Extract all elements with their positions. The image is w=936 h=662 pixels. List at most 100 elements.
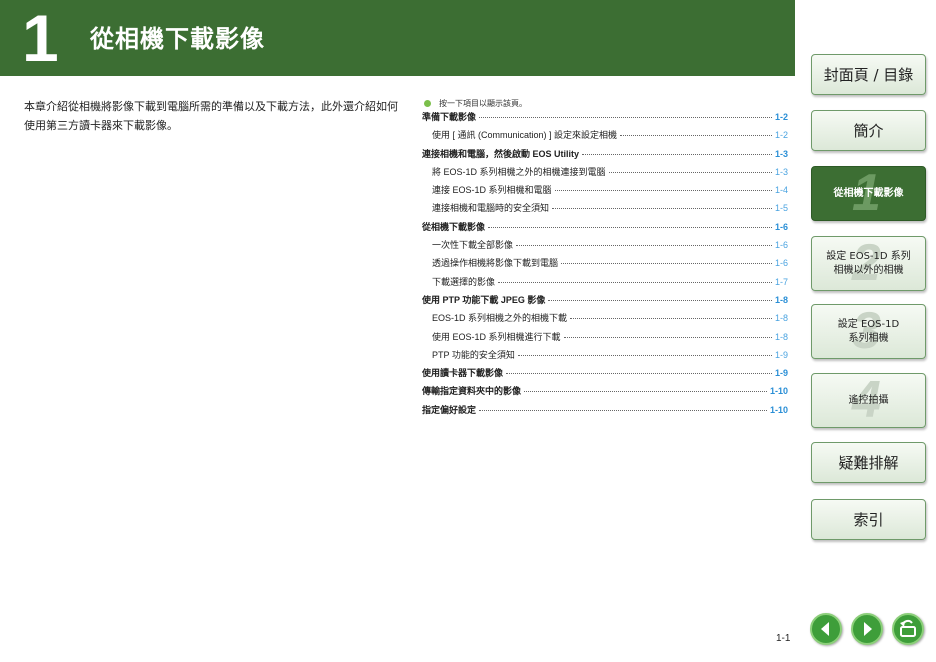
toc-entry[interactable]: 使用讀卡器下載影像 1-9 xyxy=(422,366,788,384)
toc-entry-label: 將 EOS-1D 系列相機之外的相機連接到電腦 xyxy=(432,166,606,177)
cover-contents-label: 封面頁 / 目錄 xyxy=(823,66,914,84)
toc-entry[interactable]: 將 EOS-1D 系列相機之外的相機連接到電腦 1-3 xyxy=(422,165,788,183)
toc-entry-label: 透過操作相機將影像下載到電腦 xyxy=(432,258,559,269)
chapter-number: 1 xyxy=(22,1,59,75)
toc-leader-dots xyxy=(552,208,772,210)
toc-entry[interactable]: PTP 功能的安全須知 1-9 xyxy=(422,348,788,366)
toc-leader-dots xyxy=(524,391,767,393)
toc-entry-label: 連接 EOS-1D 系列相機和電腦 xyxy=(432,185,552,196)
toc-entry-label: 傳輸指定資料夾中的影像 xyxy=(422,386,522,397)
toc-entry[interactable]: 下載選擇的影像 1-7 xyxy=(422,275,788,293)
toc-entry-label: 指定偏好設定 xyxy=(422,404,477,415)
toc-hint-text: 按一下項目以顯示該頁。 xyxy=(439,99,527,108)
toc-entry-page: 1-10 xyxy=(769,404,788,415)
toc-entry-page: 1-6 xyxy=(774,240,788,251)
next-page-button[interactable] xyxy=(851,613,883,645)
previous-page-button[interactable] xyxy=(810,613,842,645)
toc-hint: 按一下項目以顯示該頁。 xyxy=(424,97,788,110)
toc-entry-page: 1-9 xyxy=(774,349,788,360)
toc-entry-page: 1-9 xyxy=(774,368,788,379)
toc-entry-page: 1-8 xyxy=(774,331,788,342)
section-3-label-line1: 設定 EOS-1D xyxy=(837,318,900,330)
chapter-banner: 1 從相機下載影像 xyxy=(0,0,795,76)
section-2-button[interactable]: 2 設定 EOS-1D 系列 相機以外的相機 xyxy=(811,236,926,291)
toc-leader-dots xyxy=(554,190,772,192)
introduction-label: 簡介 xyxy=(853,122,884,140)
toc-entry-label: 準備下載影像 xyxy=(422,112,477,122)
toc-entry-label: 使用 PTP 功能下載 JPEG 影像 xyxy=(422,294,546,305)
chapter-toc: 按一下項目以顯示該頁。 準備下載影像 1-2 使用 [ 通訊 (Communicat… xyxy=(422,97,788,421)
section-2-label-line1: 設定 EOS-1D 系列 xyxy=(826,250,911,262)
toc-entry[interactable]: 使用 [ 通訊 (Communication) ] 設定來設定相機 1-2 xyxy=(422,128,788,146)
section-3-label-line2: 系列相機 xyxy=(848,332,889,344)
toc-leader-dots xyxy=(516,245,772,247)
toc-entry-page: 1-8 xyxy=(774,294,788,305)
toc-entry-label: 連接相機和電腦時的安全須知 xyxy=(432,203,550,214)
toc-entry-page: 1-6 xyxy=(774,221,788,232)
return-button[interactable] xyxy=(892,613,924,645)
toc-entry[interactable]: 從相機下載影像 1-6 xyxy=(422,220,788,238)
toc-entry[interactable]: 使用 PTP 功能下載 JPEG 影像 1-8 xyxy=(422,293,788,311)
toc-entry[interactable]: 透過操作相機將影像下載到電腦 1-6 xyxy=(422,256,788,274)
toc-entry[interactable]: 傳輸指定資料夾中的影像 1-10 xyxy=(422,384,788,402)
section-2-label-line2: 相機以外的相機 xyxy=(833,264,904,276)
toc-entry-label: 使用讀卡器下載影像 xyxy=(422,368,504,379)
arrow-right-icon xyxy=(864,622,872,636)
toc-leader-dots xyxy=(548,299,772,301)
section-1-button[interactable]: 1 從相機下載影像 xyxy=(811,166,926,221)
toc-entry-page: 1-2 xyxy=(774,130,788,141)
toc-entry-label: EOS-1D 系列相機之外的相機下載 xyxy=(432,313,568,324)
section-2-label: 設定 EOS-1D 系列 相機以外的相機 xyxy=(826,250,911,278)
troubleshooting-button[interactable]: 疑難排解 xyxy=(811,442,926,483)
toc-leader-dots xyxy=(488,226,772,228)
toc-entry-page: 1-3 xyxy=(774,148,788,159)
bullet-icon xyxy=(424,100,431,107)
toc-leader-dots xyxy=(498,281,772,283)
toc-leader-dots xyxy=(479,409,767,411)
toc-leader-dots xyxy=(563,336,772,338)
intro-paragraph: 本章介紹從相機將影像下載到電腦所需的準備以及下載方法，此外還介紹如何使用第三方讀… xyxy=(24,100,398,132)
toc-entry-page: 1-7 xyxy=(774,276,788,287)
toc-leader-dots xyxy=(582,153,772,155)
toc-entry[interactable]: 連接相機和電腦，然後啟動 EOS Utility 1-3 xyxy=(422,147,788,165)
toc-entry[interactable]: EOS-1D 系列相機之外的相機下載 1-8 xyxy=(422,311,788,329)
toc-entry[interactable]: 指定偏好設定 1-10 xyxy=(422,403,788,421)
section-3-label: 設定 EOS-1D 系列相機 xyxy=(838,318,899,346)
toc-entry-page: 1-4 xyxy=(774,185,788,196)
toc-entry[interactable]: 準備下載影像 1-2 xyxy=(422,110,788,128)
chapter-title: 從相機下載影像 xyxy=(90,25,265,53)
return-icon xyxy=(900,619,916,637)
toc-entry-page: 1-5 xyxy=(774,203,788,214)
toc-leader-dots xyxy=(570,318,772,320)
toc-entry-label: 使用 [ 通訊 (Communication) ] 設定來設定相機 xyxy=(432,130,618,141)
cover-contents-button[interactable]: 封面頁 / 目錄 xyxy=(811,54,926,95)
toc-leader-dots xyxy=(517,354,772,356)
toc-entry-page: 1-6 xyxy=(774,258,788,269)
toc-entry-label: 從相機下載影像 xyxy=(422,221,486,232)
toc-entry[interactable]: 連接相機和電腦時的安全須知 1-5 xyxy=(422,201,788,219)
section-1-label: 從相機下載影像 xyxy=(833,187,904,199)
toc-leader-dots xyxy=(479,117,772,118)
toc-entry-label: PTP 功能的安全須知 xyxy=(432,349,515,360)
index-label: 索引 xyxy=(853,511,884,529)
introduction-button[interactable]: 簡介 xyxy=(811,110,926,151)
toc-entry-label: 使用 EOS-1D 系列相機進行下載 xyxy=(432,331,561,342)
page-number: 1-1 xyxy=(776,633,791,644)
arrow-left-icon xyxy=(821,622,829,636)
toc-leader-dots xyxy=(620,135,772,137)
toc-entry[interactable]: 連接 EOS-1D 系列相機和電腦 1-4 xyxy=(422,183,788,201)
section-3-button[interactable]: 3 設定 EOS-1D 系列相機 xyxy=(811,304,926,359)
toc-entry[interactable]: 一次性下載全部影像 1-6 xyxy=(422,238,788,256)
toc-entry-label: 下載選擇的影像 xyxy=(432,276,496,287)
toc-leader-dots xyxy=(608,171,772,173)
toc-entry-page: 1-10 xyxy=(769,386,788,397)
toc-entry-page: 1-8 xyxy=(774,313,788,324)
index-button[interactable]: 索引 xyxy=(811,499,926,540)
toc-entry-page: 1-3 xyxy=(774,166,788,177)
toc-entry-label: 一次性下載全部影像 xyxy=(432,240,514,251)
section-4-button[interactable]: 4 遙控拍攝 xyxy=(811,373,926,428)
toc-entry[interactable]: 使用 EOS-1D 系列相機進行下載 1-8 xyxy=(422,330,788,348)
toc-leader-dots xyxy=(561,263,772,265)
troubleshooting-label: 疑難排解 xyxy=(838,454,899,472)
toc-entry-page: 1-2 xyxy=(774,112,788,122)
